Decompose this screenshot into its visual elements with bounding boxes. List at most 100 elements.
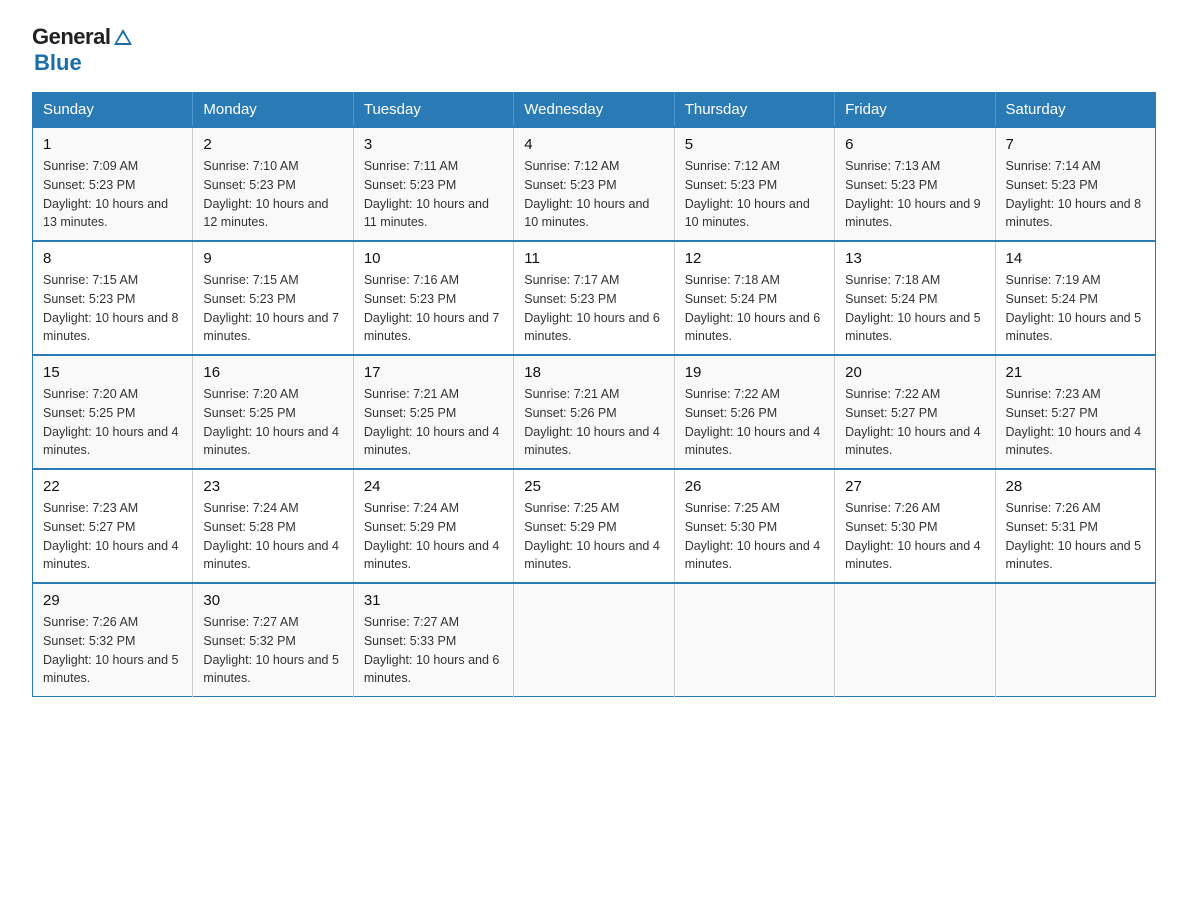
calendar-day-cell: 11 Sunrise: 7:17 AM Sunset: 5:23 PM Dayl… [514,241,674,355]
calendar-week-row: 1 Sunrise: 7:09 AM Sunset: 5:23 PM Dayli… [33,127,1156,241]
day-info: Sunrise: 7:13 AM Sunset: 5:23 PM Dayligh… [845,157,984,232]
calendar-day-cell: 7 Sunrise: 7:14 AM Sunset: 5:23 PM Dayli… [995,127,1155,241]
calendar-day-cell: 23 Sunrise: 7:24 AM Sunset: 5:28 PM Dayl… [193,469,353,583]
day-info: Sunrise: 7:24 AM Sunset: 5:28 PM Dayligh… [203,499,342,574]
day-number: 12 [685,250,824,267]
calendar-day-cell: 3 Sunrise: 7:11 AM Sunset: 5:23 PM Dayli… [353,127,513,241]
day-number: 26 [685,478,824,495]
day-info: Sunrise: 7:27 AM Sunset: 5:32 PM Dayligh… [203,613,342,688]
day-info: Sunrise: 7:19 AM Sunset: 5:24 PM Dayligh… [1006,271,1145,346]
calendar-day-cell [674,583,834,697]
day-number: 15 [43,364,182,381]
day-info: Sunrise: 7:22 AM Sunset: 5:27 PM Dayligh… [845,385,984,460]
day-number: 22 [43,478,182,495]
day-info: Sunrise: 7:10 AM Sunset: 5:23 PM Dayligh… [203,157,342,232]
calendar-day-cell: 27 Sunrise: 7:26 AM Sunset: 5:30 PM Dayl… [835,469,995,583]
day-number: 30 [203,592,342,609]
calendar-day-cell: 6 Sunrise: 7:13 AM Sunset: 5:23 PM Dayli… [835,127,995,241]
day-info: Sunrise: 7:21 AM Sunset: 5:25 PM Dayligh… [364,385,503,460]
day-number: 23 [203,478,342,495]
logo-blue-text: Blue [34,50,82,76]
calendar-day-cell: 2 Sunrise: 7:10 AM Sunset: 5:23 PM Dayli… [193,127,353,241]
day-info: Sunrise: 7:22 AM Sunset: 5:26 PM Dayligh… [685,385,824,460]
day-number: 13 [845,250,984,267]
calendar-day-cell: 15 Sunrise: 7:20 AM Sunset: 5:25 PM Dayl… [33,355,193,469]
day-info: Sunrise: 7:17 AM Sunset: 5:23 PM Dayligh… [524,271,663,346]
day-number: 3 [364,136,503,153]
day-number: 29 [43,592,182,609]
calendar-day-cell [514,583,674,697]
day-of-week-header: Tuesday [353,93,513,128]
day-number: 21 [1006,364,1145,381]
day-number: 24 [364,478,503,495]
day-number: 1 [43,136,182,153]
day-of-week-header: Sunday [33,93,193,128]
day-of-week-header: Wednesday [514,93,674,128]
calendar-day-cell: 16 Sunrise: 7:20 AM Sunset: 5:25 PM Dayl… [193,355,353,469]
day-number: 2 [203,136,342,153]
day-info: Sunrise: 7:15 AM Sunset: 5:23 PM Dayligh… [203,271,342,346]
day-info: Sunrise: 7:26 AM Sunset: 5:30 PM Dayligh… [845,499,984,574]
day-info: Sunrise: 7:25 AM Sunset: 5:29 PM Dayligh… [524,499,663,574]
calendar-day-cell: 4 Sunrise: 7:12 AM Sunset: 5:23 PM Dayli… [514,127,674,241]
day-number: 8 [43,250,182,267]
day-number: 17 [364,364,503,381]
calendar-week-row: 22 Sunrise: 7:23 AM Sunset: 5:27 PM Dayl… [33,469,1156,583]
day-number: 20 [845,364,984,381]
day-of-week-header: Monday [193,93,353,128]
day-number: 5 [685,136,824,153]
calendar-day-cell: 29 Sunrise: 7:26 AM Sunset: 5:32 PM Dayl… [33,583,193,697]
calendar-day-cell: 12 Sunrise: 7:18 AM Sunset: 5:24 PM Dayl… [674,241,834,355]
day-info: Sunrise: 7:18 AM Sunset: 5:24 PM Dayligh… [845,271,984,346]
day-number: 6 [845,136,984,153]
calendar-day-cell: 19 Sunrise: 7:22 AM Sunset: 5:26 PM Dayl… [674,355,834,469]
day-info: Sunrise: 7:12 AM Sunset: 5:23 PM Dayligh… [685,157,824,232]
calendar-day-cell: 8 Sunrise: 7:15 AM Sunset: 5:23 PM Dayli… [33,241,193,355]
day-number: 14 [1006,250,1145,267]
day-info: Sunrise: 7:15 AM Sunset: 5:23 PM Dayligh… [43,271,182,346]
day-number: 10 [364,250,503,267]
day-number: 16 [203,364,342,381]
calendar-day-cell: 26 Sunrise: 7:25 AM Sunset: 5:30 PM Dayl… [674,469,834,583]
day-info: Sunrise: 7:11 AM Sunset: 5:23 PM Dayligh… [364,157,503,232]
logo-general-text: General [32,24,110,50]
day-info: Sunrise: 7:21 AM Sunset: 5:26 PM Dayligh… [524,385,663,460]
day-number: 18 [524,364,663,381]
day-info: Sunrise: 7:20 AM Sunset: 5:25 PM Dayligh… [203,385,342,460]
calendar-day-cell: 1 Sunrise: 7:09 AM Sunset: 5:23 PM Dayli… [33,127,193,241]
calendar-table: SundayMondayTuesdayWednesdayThursdayFrid… [32,92,1156,697]
calendar-day-cell: 9 Sunrise: 7:15 AM Sunset: 5:23 PM Dayli… [193,241,353,355]
calendar-week-row: 8 Sunrise: 7:15 AM Sunset: 5:23 PM Dayli… [33,241,1156,355]
day-info: Sunrise: 7:23 AM Sunset: 5:27 PM Dayligh… [43,499,182,574]
day-number: 4 [524,136,663,153]
day-of-week-header: Thursday [674,93,834,128]
day-of-week-header: Saturday [995,93,1155,128]
day-info: Sunrise: 7:18 AM Sunset: 5:24 PM Dayligh… [685,271,824,346]
day-info: Sunrise: 7:09 AM Sunset: 5:23 PM Dayligh… [43,157,182,232]
day-info: Sunrise: 7:24 AM Sunset: 5:29 PM Dayligh… [364,499,503,574]
calendar-header-row: SundayMondayTuesdayWednesdayThursdayFrid… [33,93,1156,128]
calendar-week-row: 29 Sunrise: 7:26 AM Sunset: 5:32 PM Dayl… [33,583,1156,697]
calendar-day-cell [995,583,1155,697]
calendar-day-cell: 25 Sunrise: 7:25 AM Sunset: 5:29 PM Dayl… [514,469,674,583]
day-number: 25 [524,478,663,495]
calendar-day-cell: 13 Sunrise: 7:18 AM Sunset: 5:24 PM Dayl… [835,241,995,355]
day-info: Sunrise: 7:23 AM Sunset: 5:27 PM Dayligh… [1006,385,1145,460]
calendar-day-cell: 18 Sunrise: 7:21 AM Sunset: 5:26 PM Dayl… [514,355,674,469]
logo: General Blue [32,24,134,76]
calendar-day-cell: 30 Sunrise: 7:27 AM Sunset: 5:32 PM Dayl… [193,583,353,697]
day-info: Sunrise: 7:12 AM Sunset: 5:23 PM Dayligh… [524,157,663,232]
day-number: 9 [203,250,342,267]
day-info: Sunrise: 7:16 AM Sunset: 5:23 PM Dayligh… [364,271,503,346]
calendar-day-cell [835,583,995,697]
day-number: 7 [1006,136,1145,153]
day-of-week-header: Friday [835,93,995,128]
calendar-day-cell: 22 Sunrise: 7:23 AM Sunset: 5:27 PM Dayl… [33,469,193,583]
calendar-day-cell: 21 Sunrise: 7:23 AM Sunset: 5:27 PM Dayl… [995,355,1155,469]
day-info: Sunrise: 7:14 AM Sunset: 5:23 PM Dayligh… [1006,157,1145,232]
day-number: 28 [1006,478,1145,495]
day-info: Sunrise: 7:26 AM Sunset: 5:31 PM Dayligh… [1006,499,1145,574]
calendar-day-cell: 24 Sunrise: 7:24 AM Sunset: 5:29 PM Dayl… [353,469,513,583]
day-number: 27 [845,478,984,495]
logo-icon [112,27,134,49]
